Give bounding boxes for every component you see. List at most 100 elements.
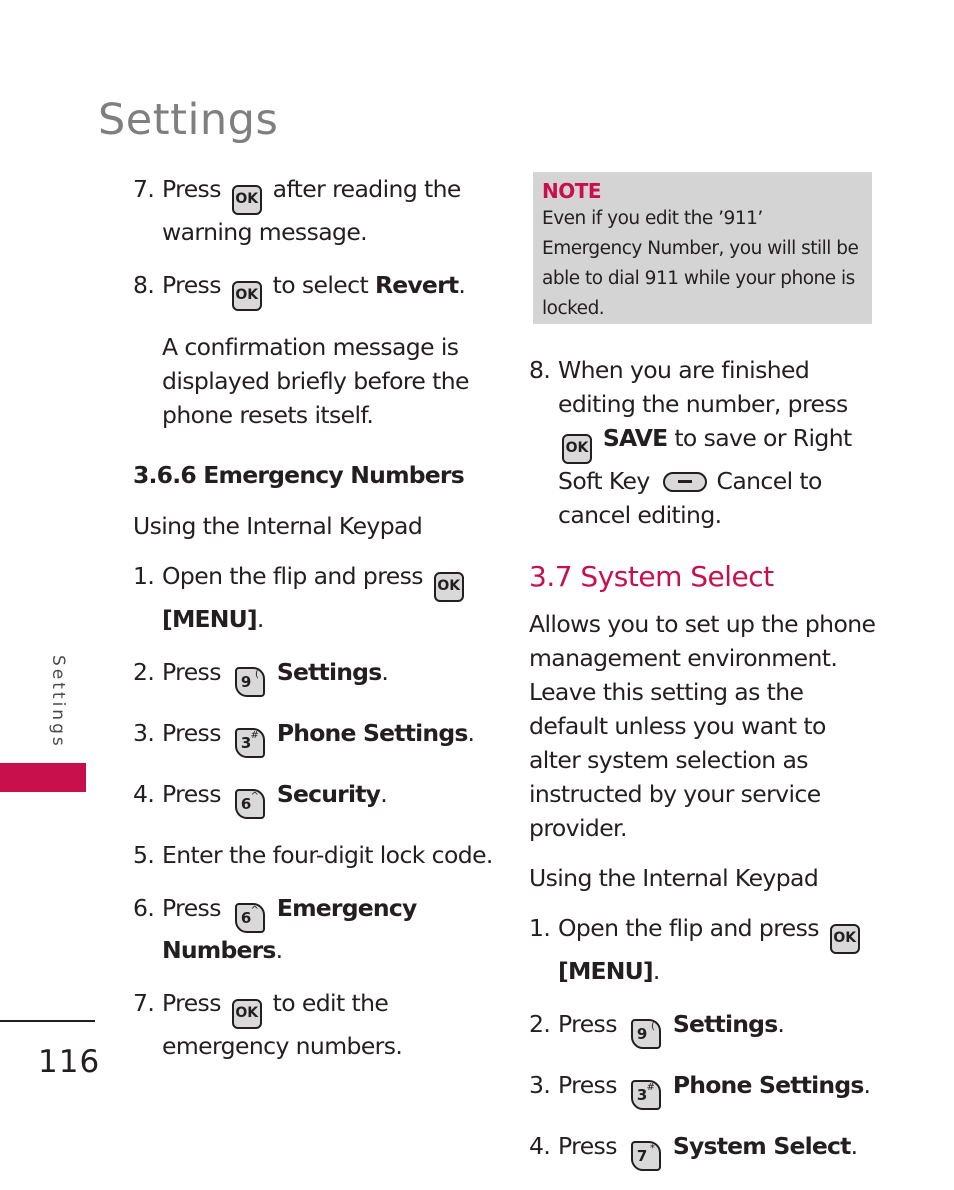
ok-key-icon: OK xyxy=(231,999,262,1029)
key-symbol: ( xyxy=(254,669,259,680)
step-open-flip: 1. Open the flip and press OK [MENU]. xyxy=(133,559,493,636)
menu-option-settings: Settings xyxy=(276,658,382,686)
note-label: NOTE xyxy=(542,179,602,203)
side-tab-marker xyxy=(0,763,86,792)
key-symbol: # xyxy=(646,1082,655,1093)
punctuation: . xyxy=(256,605,264,633)
step-text: When you are finished editing the number… xyxy=(558,356,848,418)
step-number: 4. xyxy=(529,1132,551,1160)
key-3-icon: 3 # xyxy=(630,1080,661,1110)
step-number: 2. xyxy=(529,1010,551,1038)
punctuation: . xyxy=(275,936,283,964)
right-soft-key-icon xyxy=(662,472,707,492)
ok-key-icon: OK xyxy=(231,185,262,215)
ok-key-icon: OK xyxy=(231,281,262,311)
step-number: 7. xyxy=(133,989,155,1017)
step-text: Press xyxy=(162,894,221,922)
step-settings: 2. Press 9( Settings. xyxy=(529,1007,879,1049)
section-title-system-select: 3.7 System Select xyxy=(529,560,774,593)
step-text: Open the flip and press xyxy=(162,562,423,590)
side-tab-label: Settings xyxy=(48,655,68,749)
key-7-icon: 7 * xyxy=(630,1141,661,1171)
key-9-icon: 9( xyxy=(234,667,265,697)
step-save-number: 8. When you are finished editing the num… xyxy=(529,353,879,532)
menu-label: [MENU] xyxy=(162,605,258,633)
step-text: Press xyxy=(162,658,221,686)
step-number: 5. xyxy=(133,841,155,869)
step-emergency-numbers: 6. Press 6 ^ Emergency Numbers. xyxy=(133,891,493,967)
step-system-select: 4. Press 7 * System Select. xyxy=(529,1129,879,1171)
punctuation: . xyxy=(381,658,389,686)
step-text: Press xyxy=(162,719,221,747)
ok-key-icon: OK xyxy=(562,434,592,464)
step-settings: 2. Press 9( Settings. xyxy=(133,655,493,697)
step-number: 8. xyxy=(529,356,551,384)
note-box: NOTE Even if you edit the ’911’ Emergenc… xyxy=(533,172,872,324)
key-digit: 9 xyxy=(240,673,252,691)
system-select-intro: Allows you to set up the phone managemen… xyxy=(529,610,876,842)
punctuation: . xyxy=(652,957,660,985)
punctuation: . xyxy=(458,271,466,299)
page-number: 116 xyxy=(38,1044,101,1080)
key-symbol: ( xyxy=(650,1021,655,1032)
page-title: Settings xyxy=(98,94,279,145)
menu-option-settings: Settings xyxy=(672,1010,778,1038)
step-number: 7. xyxy=(133,175,155,203)
left-column: 7. Press OK after reading the warning me… xyxy=(133,172,493,1082)
step-text: Press xyxy=(162,780,221,808)
note-text: Even if you edit the ’911’ Emergency Num… xyxy=(542,208,859,319)
step-text: Enter the four-digit lock code. xyxy=(162,841,493,869)
step-text: Press xyxy=(162,175,221,203)
key-3-icon: 3 # xyxy=(234,728,265,758)
step-security: 4. Press 6 ^ Security. xyxy=(133,777,493,819)
step-text: Open the flip and press xyxy=(558,914,819,942)
step-text: Press xyxy=(162,989,221,1017)
right-column: 8. When you are finished editing the num… xyxy=(529,353,879,1190)
key-9-icon: 9( xyxy=(630,1019,661,1049)
step-open-flip: 1. Open the flip and press OK [MENU]. xyxy=(529,911,879,988)
key-symbol: ^ xyxy=(250,905,259,916)
key-6-icon: 6 ^ xyxy=(234,903,265,933)
menu-option-phone-settings: Phone Settings xyxy=(672,1071,864,1099)
step-text: Press xyxy=(558,1132,617,1160)
step-press-ok-after-warning: 7. Press OK after reading the warning me… xyxy=(133,172,493,249)
step-phone-settings: 3. Press 3 # Phone Settings. xyxy=(133,716,493,758)
punctuation: . xyxy=(380,780,388,808)
step-edit-emergency-numbers: 7. Press OK to edit the emergency number… xyxy=(133,986,493,1063)
step-number: 1. xyxy=(529,914,551,942)
step-number: 6. xyxy=(133,894,155,922)
key-symbol: ^ xyxy=(250,791,259,802)
subheading-internal-keypad: Using the Internal Keypad xyxy=(529,864,819,892)
confirmation-paragraph: A confirmation message is displayed brie… xyxy=(162,333,470,429)
punctuation: . xyxy=(777,1010,785,1038)
step-text: to select xyxy=(272,271,369,299)
step-number: 4. xyxy=(133,780,155,808)
key-digit: 7 xyxy=(636,1147,648,1165)
step-number: 1. xyxy=(133,562,155,590)
punctuation: . xyxy=(467,719,475,747)
step-text: Press xyxy=(162,271,221,299)
step-text: Press xyxy=(558,1071,617,1099)
menu-label: [MENU] xyxy=(558,957,654,985)
key-digit: 9 xyxy=(636,1025,648,1043)
step-number: 2. xyxy=(133,658,155,686)
menu-option-system-select: System Select xyxy=(672,1132,852,1160)
step-number: 3. xyxy=(133,719,155,747)
step-phone-settings: 3. Press 3 # Phone Settings. xyxy=(529,1068,879,1110)
step-text: Press xyxy=(558,1010,617,1038)
key-symbol: * xyxy=(649,1143,655,1154)
menu-option-phone-settings: Phone Settings xyxy=(276,719,468,747)
step-number: 3. xyxy=(529,1071,551,1099)
subheading-internal-keypad: Using the Internal Keypad xyxy=(133,512,423,540)
key-6-icon: 6 ^ xyxy=(234,789,265,819)
ok-key-icon: OK xyxy=(829,924,860,954)
ok-key-icon: OK xyxy=(433,572,464,602)
step-select-revert: 8. Press OK to select Revert. xyxy=(133,268,493,311)
footer-rule xyxy=(0,1020,95,1022)
menu-option-revert: Revert xyxy=(374,271,459,299)
step-enter-lock-code: 5. Enter the four-digit lock code. xyxy=(133,838,493,872)
punctuation: . xyxy=(863,1071,871,1099)
step-number: 8. xyxy=(133,271,155,299)
save-label: SAVE xyxy=(602,424,668,452)
section-heading-emergency-numbers: 3.6.6 Emergency Numbers xyxy=(133,461,465,489)
